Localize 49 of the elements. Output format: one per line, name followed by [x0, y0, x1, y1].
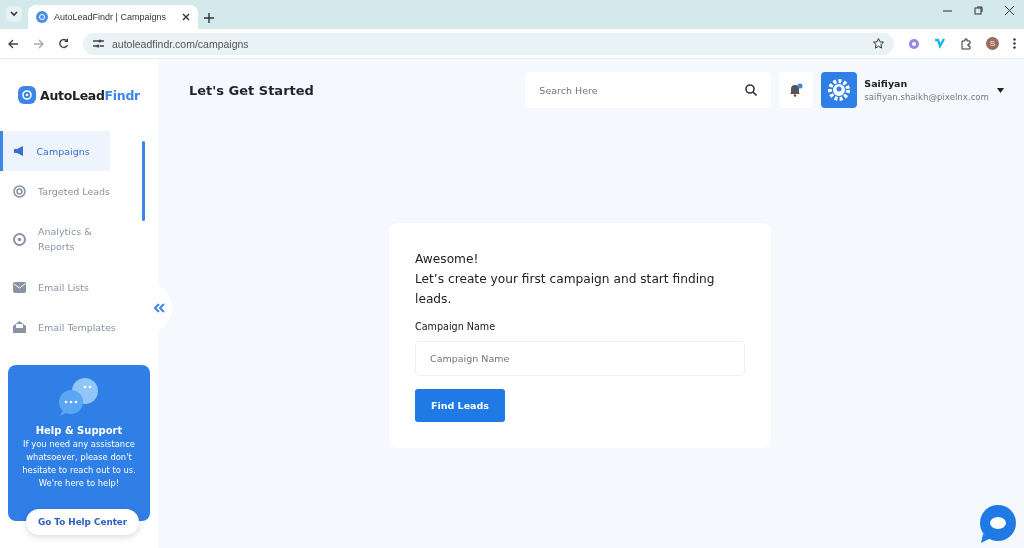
card-subheading: Let’s create your first campaign and start finding leads. — [415, 271, 716, 308]
double-chevron-left-icon — [153, 303, 165, 313]
tab-list-button[interactable] — [6, 6, 22, 22]
field-label: Campaign Name — [415, 321, 497, 332]
gear-icon — [826, 77, 853, 103]
browser-tab[interactable]: AutoLeadFindr | Campaigns — [28, 5, 198, 29]
search-icon[interactable] — [745, 84, 758, 96]
address-bar[interactable]: autoleadfindr.com/campaigns — [83, 32, 894, 55]
restore-icon[interactable] — [974, 6, 983, 15]
campaign-name-field[interactable]: Campaign Name — [415, 341, 745, 376]
help-center-button[interactable]: Go To Help Center — [26, 509, 140, 535]
sidebar-item[interactable]: Campaigns — [0, 131, 110, 171]
notifications-button[interactable] — [779, 72, 814, 108]
close-icon[interactable] — [182, 13, 190, 21]
close-icon[interactable] — [1005, 6, 1014, 15]
more-icon[interactable] — [1013, 38, 1016, 49]
megaphone-icon — [13, 145, 25, 157]
user-name: Saifiyan — [864, 78, 909, 89]
search-field[interactable]: Search Here — [525, 72, 772, 108]
url-text: autoleadfindr.com/campaigns — [112, 37, 250, 50]
target-icon — [13, 184, 26, 198]
star-icon[interactable] — [873, 38, 884, 49]
sidebar-item[interactable]: Analytics & Reports — [0, 211, 136, 267]
card-heading: Awesome! — [415, 251, 480, 268]
chat-bubbles-icon — [57, 377, 101, 417]
sidebar-item[interactable]: Targeted Leads — [0, 171, 136, 211]
user-avatar[interactable] — [821, 72, 858, 108]
profile-avatar[interactable]: S — [986, 37, 999, 50]
logo-icon — [18, 86, 37, 104]
brand-name: AutoLeadFindr — [40, 87, 140, 103]
dropdown-caret-icon[interactable] — [997, 87, 1004, 93]
puzzle-icon[interactable] — [960, 37, 972, 50]
back-arrow-icon[interactable] — [8, 38, 19, 49]
reload-icon[interactable] — [58, 38, 69, 49]
tab-title: AutoLeadFindr | Campaigns — [54, 12, 167, 22]
chevron-down-icon — [10, 11, 18, 17]
site-settings-icon[interactable] — [93, 39, 104, 48]
sidebar-item[interactable]: Email Templates — [0, 307, 136, 347]
sidebar-item[interactable]: Email Lists — [0, 267, 136, 307]
chat-icon[interactable] — [977, 504, 1017, 544]
new-tab-icon[interactable] — [204, 13, 214, 23]
user-email: saifiyan.shaikh@pixelnx.com — [864, 92, 989, 102]
envelope-icon — [13, 281, 26, 293]
help-title: Help & Support — [35, 425, 123, 436]
help-text: If you need any assistance whatsoever, please don't hesitate to reach out to us. We're here to help! — [21, 438, 137, 490]
page-title: Let's Get Started — [189, 82, 315, 98]
scrollbar-thumb[interactable] — [142, 141, 145, 221]
envelope-open-icon — [13, 321, 26, 333]
find-leads-button[interactable]: Find Leads — [415, 389, 505, 422]
